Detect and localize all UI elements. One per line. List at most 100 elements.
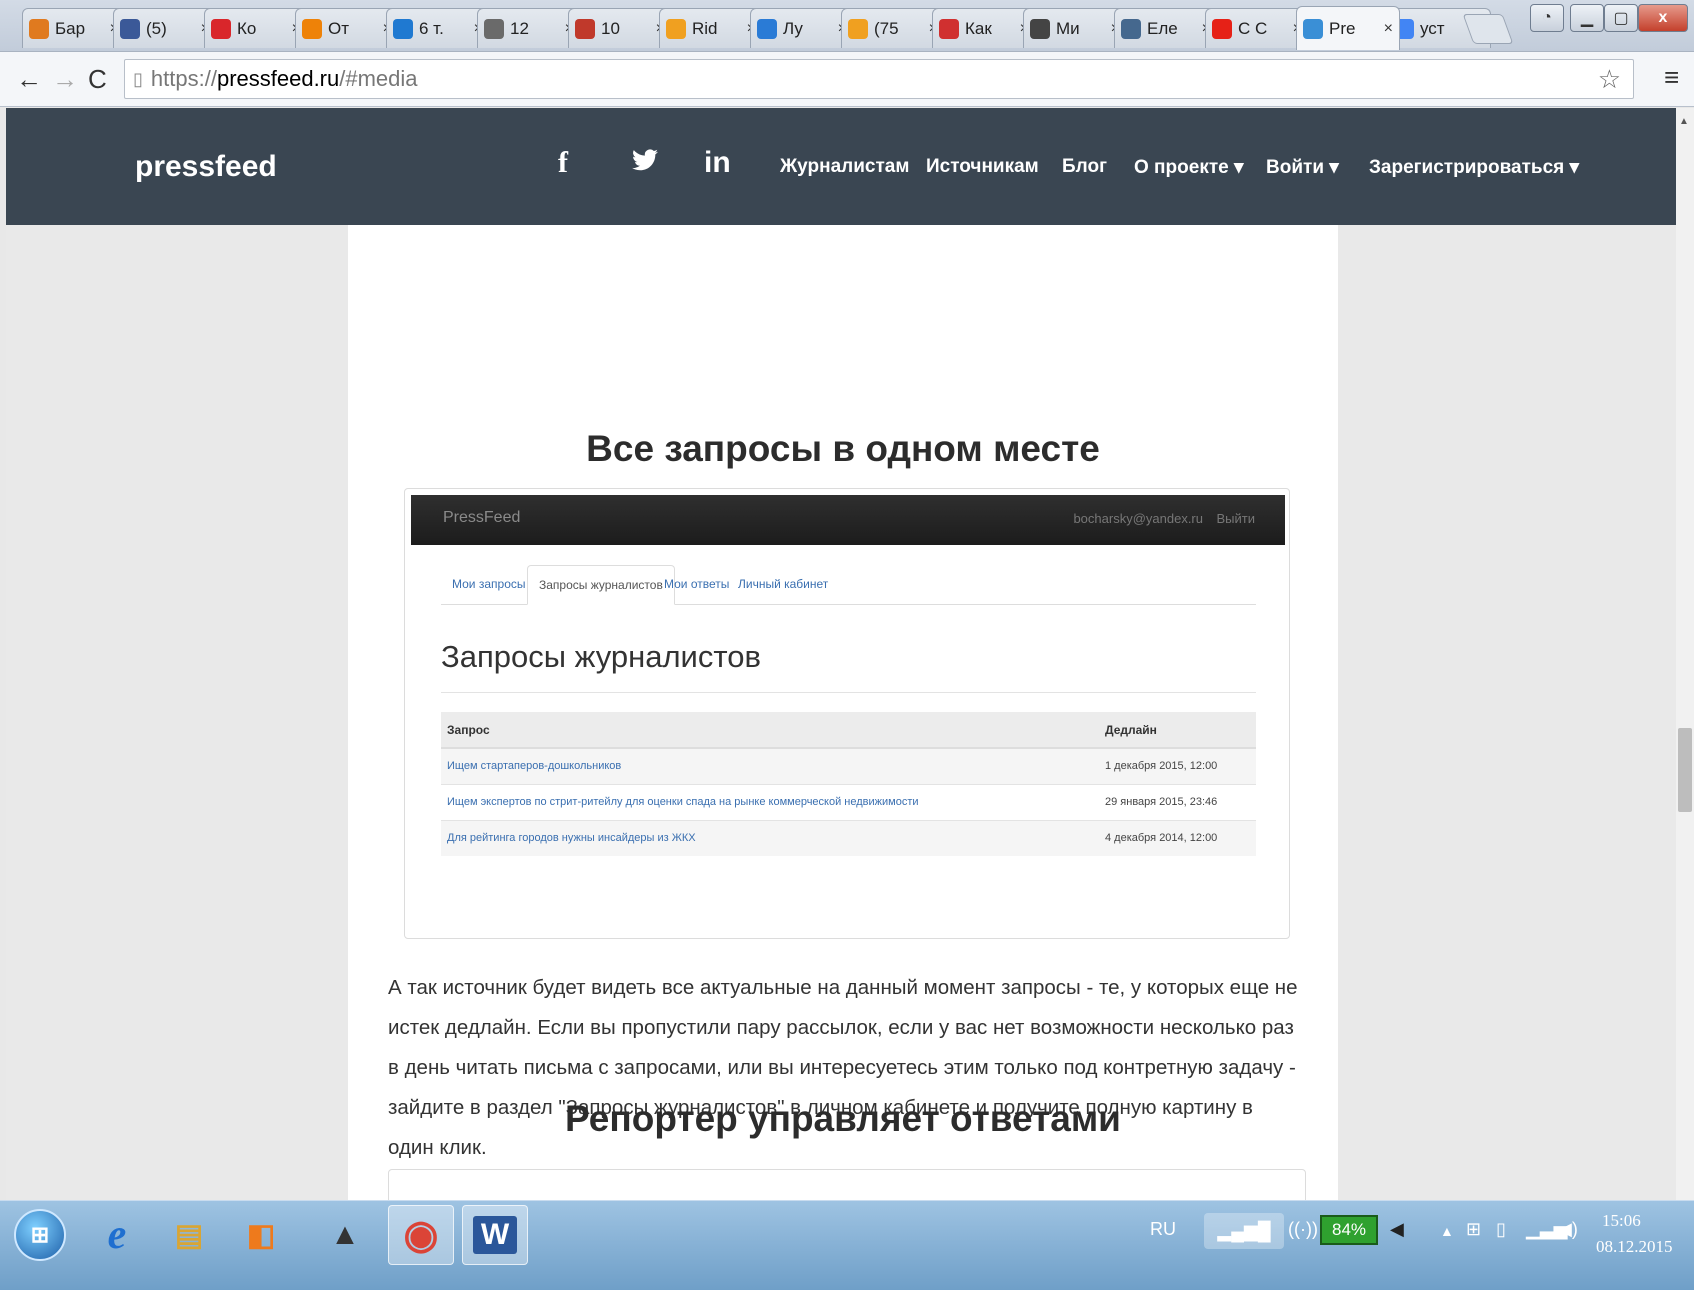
minimize-button[interactable]: ▁ <box>1570 4 1604 32</box>
browser-tab[interactable]: (75× <box>841 8 945 48</box>
browser-tab[interactable]: (5)× <box>113 8 217 48</box>
ie-icon[interactable]: e <box>84 1205 150 1265</box>
browser-tab[interactable]: От× <box>295 8 399 48</box>
start-button[interactable]: ⊞ <box>14 1209 66 1261</box>
nav-register-dropdown[interactable]: Зарегистрироваться ▾ <box>1369 156 1579 179</box>
browser-tab[interactable]: 10× <box>568 8 672 48</box>
device-icon[interactable]: ▯ <box>1496 1219 1506 1240</box>
user-profile-button[interactable]: ◔ <box>1530 4 1564 32</box>
volume-icon[interactable]: ◀) <box>1558 1219 1578 1240</box>
browser-tab[interactable]: С С× <box>1205 8 1309 48</box>
page-scrollbar[interactable]: ▲ ▼ <box>1676 108 1694 1213</box>
linkedin-icon[interactable]: in <box>704 146 731 180</box>
tab-title: Pre <box>1329 18 1356 38</box>
screenshot-email: bocharsky@yandex.ru <box>1073 511 1203 526</box>
screenshot-journalist-requests: PressFeed bocharsky@yandex.ru Выйти Мои … <box>404 488 1290 939</box>
thumbs-up-icon <box>484 18 504 39</box>
url-text: https://pressfeed.ru/#media <box>150 66 418 91</box>
nav-about-dropdown[interactable]: О проекте ▾ <box>1134 156 1244 179</box>
browser-tab[interactable]: Лу× <box>750 8 854 48</box>
show-hidden-icons[interactable]: ▲ <box>1440 1223 1454 1239</box>
twitter-icon[interactable] <box>632 146 658 180</box>
browser-tab[interactable]: Ко× <box>204 8 308 48</box>
browser-tab[interactable]: 6 т.× <box>386 8 490 48</box>
media-player-icon[interactable]: ◧ <box>228 1205 294 1265</box>
rk-icon <box>575 18 595 39</box>
browser-tab[interactable]: Бар× <box>22 8 126 48</box>
tab-title: Еле <box>1147 18 1178 38</box>
facebook-icon[interactable]: f <box>558 146 568 180</box>
explorer-icon[interactable]: ▤ <box>156 1205 222 1265</box>
screenshot-navbar: PressFeed bocharsky@yandex.ru Выйти <box>411 495 1285 545</box>
browser-tab[interactable]: 12× <box>477 8 581 48</box>
browser-tab[interactable]: Как× <box>932 8 1036 48</box>
battery-indicator[interactable]: 84% <box>1320 1215 1378 1245</box>
nav-journalists[interactable]: Журналистам <box>780 156 909 178</box>
column-header-request: Запрос <box>441 712 1099 749</box>
bookmark-star-icon[interactable]: ☆ <box>1598 64 1621 95</box>
at-icon <box>848 18 868 39</box>
main-content: Все запросы в одном месте PressFeed boch… <box>348 225 1338 1200</box>
tab-title: От <box>328 18 350 38</box>
language-indicator[interactable]: RU <box>1150 1219 1176 1240</box>
maximize-button[interactable]: ▢ <box>1604 4 1638 32</box>
diamond-icon <box>757 18 777 39</box>
section-heading: Все запросы в одном месте <box>586 428 1100 469</box>
screenshot-tab-my-requests: Мои запросы <box>452 577 526 591</box>
ok-icon <box>302 18 322 39</box>
request-link: Для рейтинга городов нужны инсайдеры из … <box>441 819 1099 856</box>
facebook-icon <box>120 18 140 39</box>
nav-blog[interactable]: Блог <box>1062 156 1107 178</box>
clock-time[interactable]: 15:06 <box>1602 1211 1641 1231</box>
divider <box>441 692 1256 693</box>
browser-tab[interactable]: Еле× <box>1114 8 1218 48</box>
word-icon[interactable]: W <box>462 1205 528 1265</box>
screenshot-logout: Выйти <box>1216 511 1256 526</box>
bear-icon <box>29 18 49 39</box>
r-icon <box>666 18 686 39</box>
deadline-cell: 1 декабря 2015, 12:00 <box>1099 747 1256 784</box>
tab-title: уст <box>1420 18 1445 38</box>
wireless-icon[interactable]: ((·)) <box>1288 1219 1318 1240</box>
reload-icon[interactable]: C <box>88 64 107 95</box>
chrome-icon[interactable]: ◉ <box>388 1205 454 1265</box>
signal-icon[interactable]: ▂▄▆█ <box>1204 1213 1284 1249</box>
forward-arrow-icon[interactable]: → <box>52 64 78 95</box>
browser-tab[interactable]: Pre × <box>1296 6 1400 50</box>
action-center-icon[interactable]: ⊞ <box>1466 1219 1481 1240</box>
nav-sources[interactable]: Источникам <box>926 156 1039 178</box>
tab-title: Лу <box>783 18 803 38</box>
nav-login-dropdown[interactable]: Войти ▾ <box>1266 156 1339 179</box>
windows-taskbar: ⊞ e ▤ ◧ ▲ ◉ W RU ▂▄▆█ ((·)) 84% ◀ ▲ ⊞ ▯ … <box>0 1200 1694 1290</box>
tab-close-icon[interactable]: × <box>1384 20 1393 38</box>
table-row: Ищем стартаперов-дошкольников 1 декабря … <box>441 747 1256 784</box>
blue-circle-icon <box>393 18 413 39</box>
tab-title: С С <box>1238 18 1268 38</box>
screenshot-requests-table: Запрос Дедлайн Ищем стартаперов-дошкольн… <box>441 712 1256 856</box>
globe-icon <box>1030 18 1050 39</box>
tab-title: Бар <box>55 18 86 38</box>
page-icon: ▯ <box>133 68 143 89</box>
address-bar[interactable]: ▯ https://pressfeed.ru/#media ☆ <box>124 59 1634 99</box>
section-heading-2: Репортер управляет ответами <box>565 1098 1121 1139</box>
clock-date[interactable]: 08.12.2015 <box>1596 1237 1673 1257</box>
page-viewport: pressfeed f in Журналистам Источникам Бл… <box>6 108 1676 1200</box>
browser-tab[interactable]: Rid× <box>659 8 763 48</box>
tab-title: Rid <box>692 18 718 38</box>
screenshot-tabs: Мои запросы Запросы журналистов Мои отве… <box>441 565 1256 605</box>
stamp-icon[interactable]: ▲ <box>312 1205 378 1265</box>
system-tray: RU ▂▄▆█ ((·)) 84% ◀ ▲ ⊞ ▯ ▁▃▅ ◀) 15:06 0… <box>1150 1201 1694 1290</box>
browser-tab[interactable]: Ми× <box>1023 8 1127 48</box>
back-arrow-icon[interactable]: ← <box>16 64 42 95</box>
red-circle-icon <box>211 18 231 39</box>
scroll-up-arrow-icon[interactable]: ▲ <box>1679 116 1689 127</box>
scroll-thumb[interactable] <box>1678 728 1692 812</box>
pressfeed-icon <box>1303 18 1323 39</box>
vk-icon <box>1121 18 1141 39</box>
deadline-cell: 4 декабря 2014, 12:00 <box>1099 819 1256 856</box>
tab-title: (75 <box>874 18 899 38</box>
site-logo[interactable]: pressfeed <box>135 150 277 184</box>
close-window-button[interactable]: x <box>1638 4 1688 32</box>
power-plug-icon[interactable]: ◀ <box>1390 1219 1404 1240</box>
chrome-menu-icon[interactable]: ≡ <box>1664 62 1679 93</box>
